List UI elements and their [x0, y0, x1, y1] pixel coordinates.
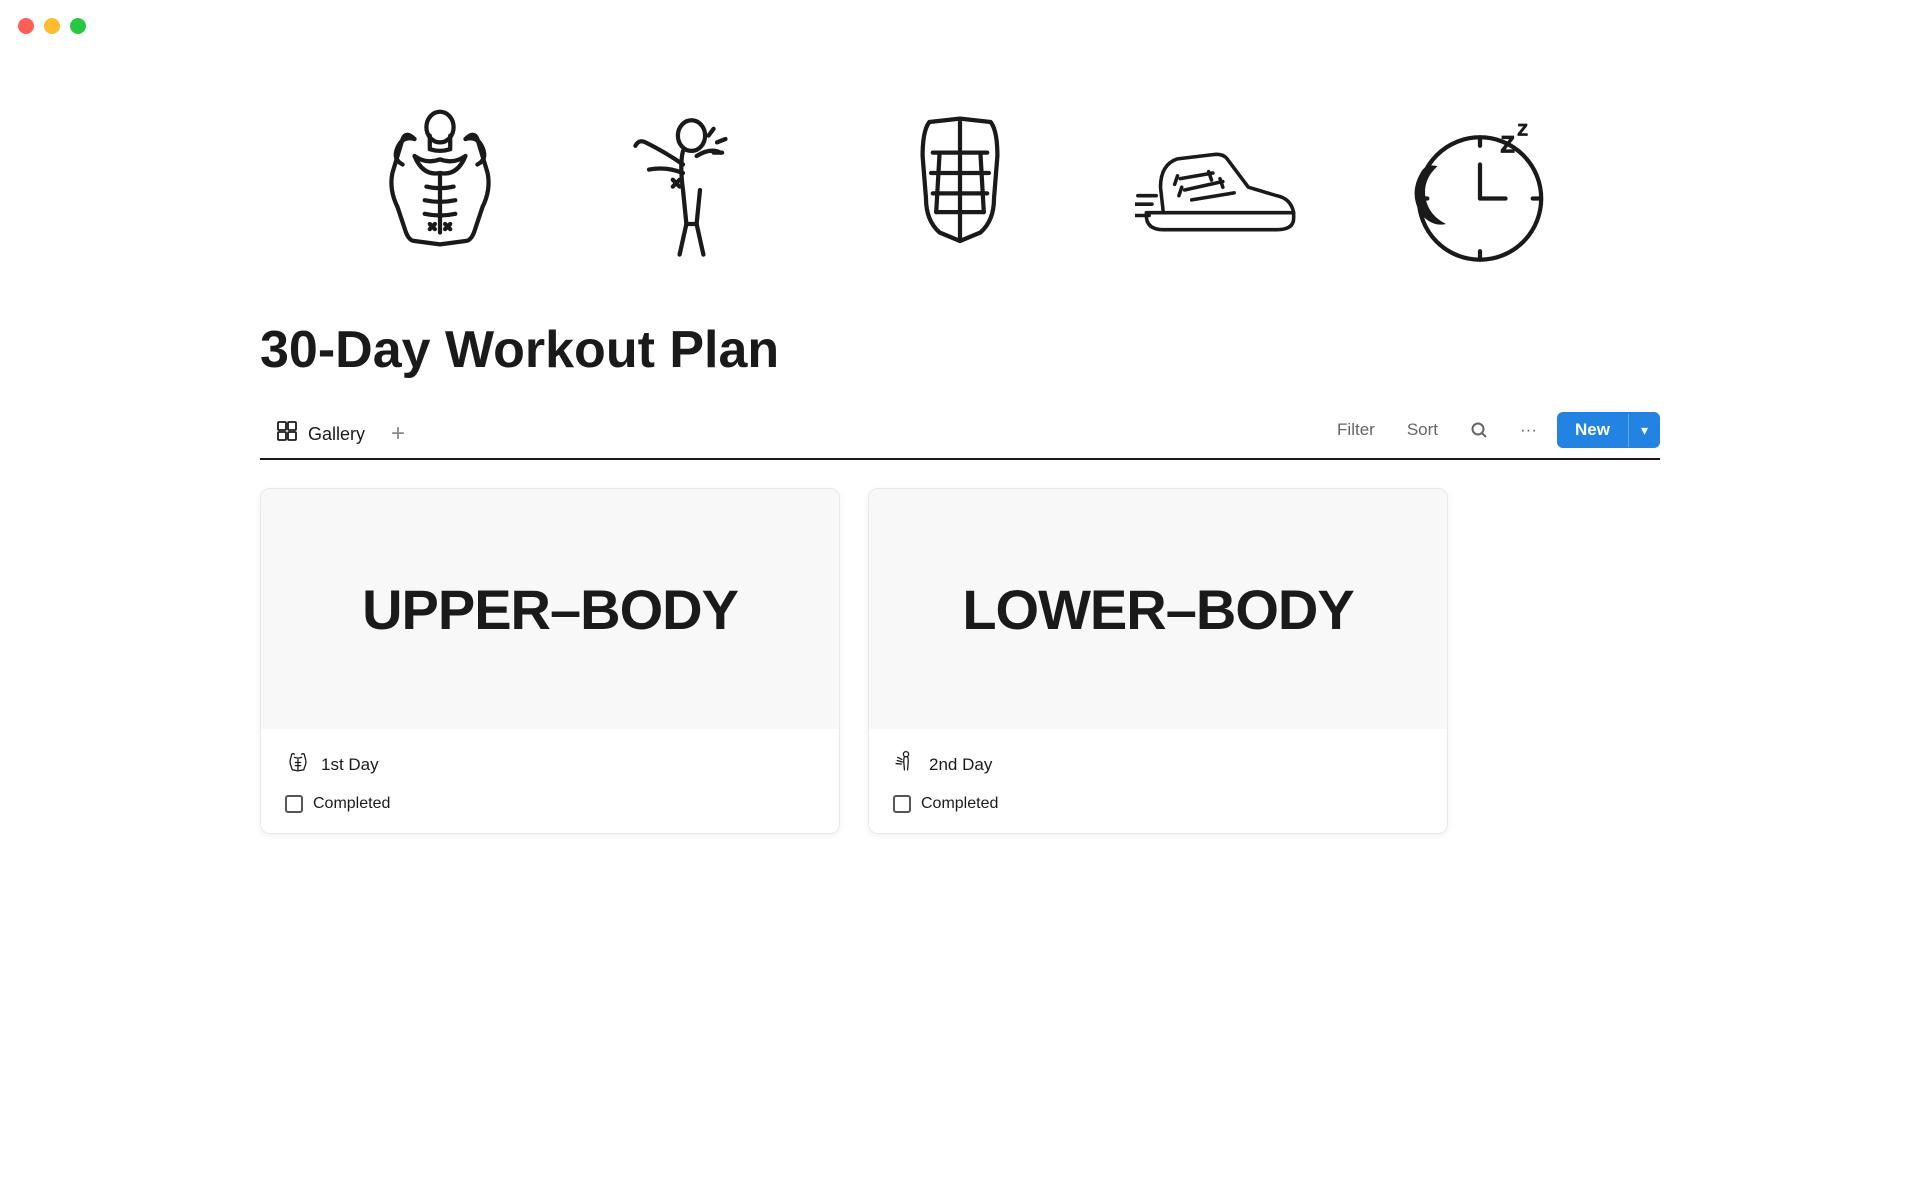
gallery-tab[interactable]: Gallery	[260, 410, 381, 458]
gallery-tab-label: Gallery	[308, 424, 365, 445]
search-button[interactable]	[1458, 413, 1500, 447]
card-day-row-2: 2nd Day	[893, 749, 1423, 781]
search-icon	[1470, 421, 1488, 439]
toolbar: Gallery + Filter Sort ··· New ▾	[260, 410, 1660, 460]
card-checkbox-row-1: Completed	[285, 795, 815, 813]
gallery-icon	[276, 420, 298, 448]
toolbar-right: Filter Sort ··· New ▾	[1325, 412, 1660, 456]
card-day-row-1: 1st Day	[285, 749, 815, 781]
new-button-group: New ▾	[1557, 412, 1660, 448]
card-day-label-1: 1st Day	[321, 755, 379, 775]
cards-grid: UPPER–BODY 1st Day	[260, 488, 1660, 834]
more-button[interactable]: ···	[1508, 412, 1549, 448]
completed-checkbox-1[interactable]	[285, 795, 303, 813]
close-button[interactable]	[18, 18, 34, 34]
titlebar	[0, 0, 1920, 52]
running-shoe-icon	[1120, 90, 1320, 290]
new-button[interactable]: New	[1557, 412, 1628, 448]
completed-label-1: Completed	[313, 795, 390, 813]
shoulder-stretch-icon	[600, 90, 800, 290]
upper-body-muscles-icon	[340, 90, 540, 290]
add-view-button[interactable]: +	[381, 414, 415, 454]
svg-text:Z: Z	[1517, 121, 1527, 140]
sort-button[interactable]: Sort	[1395, 412, 1450, 448]
card-body-upper-body: 1st Day Completed	[261, 729, 839, 833]
card-image-label: UPPER–BODY	[362, 577, 738, 642]
abs-icon	[860, 90, 1060, 290]
card-body-lower-body: 2nd Day Completed	[869, 729, 1447, 833]
maximize-button[interactable]	[70, 18, 86, 34]
svg-text:Z: Z	[1500, 132, 1515, 159]
card-image-lower-body: LOWER–BODY	[869, 489, 1447, 729]
lower-body-card[interactable]: LOWER–BODY	[868, 488, 1448, 834]
new-dropdown-button[interactable]: ▾	[1628, 414, 1660, 447]
completed-label-2: Completed	[921, 795, 998, 813]
main-content: Z Z 30-Day Workout Plan	[0, 0, 1920, 834]
day-icon-1	[285, 749, 311, 781]
card-image-upper-body: UPPER–BODY	[261, 489, 839, 729]
minimize-button[interactable]	[44, 18, 60, 34]
upper-body-card[interactable]: UPPER–BODY 1st Day	[260, 488, 840, 834]
card-image-label-2: LOWER–BODY	[962, 577, 1353, 642]
sleep-timer-icon: Z Z	[1380, 90, 1580, 290]
completed-checkbox-2[interactable]	[893, 795, 911, 813]
icons-row: Z Z	[260, 60, 1660, 310]
page-title: 30-Day Workout Plan	[260, 310, 1660, 410]
day-icon-2	[893, 749, 919, 781]
card-day-label-2: 2nd Day	[929, 755, 992, 775]
card-checkbox-row-2: Completed	[893, 795, 1423, 813]
filter-button[interactable]: Filter	[1325, 412, 1387, 448]
